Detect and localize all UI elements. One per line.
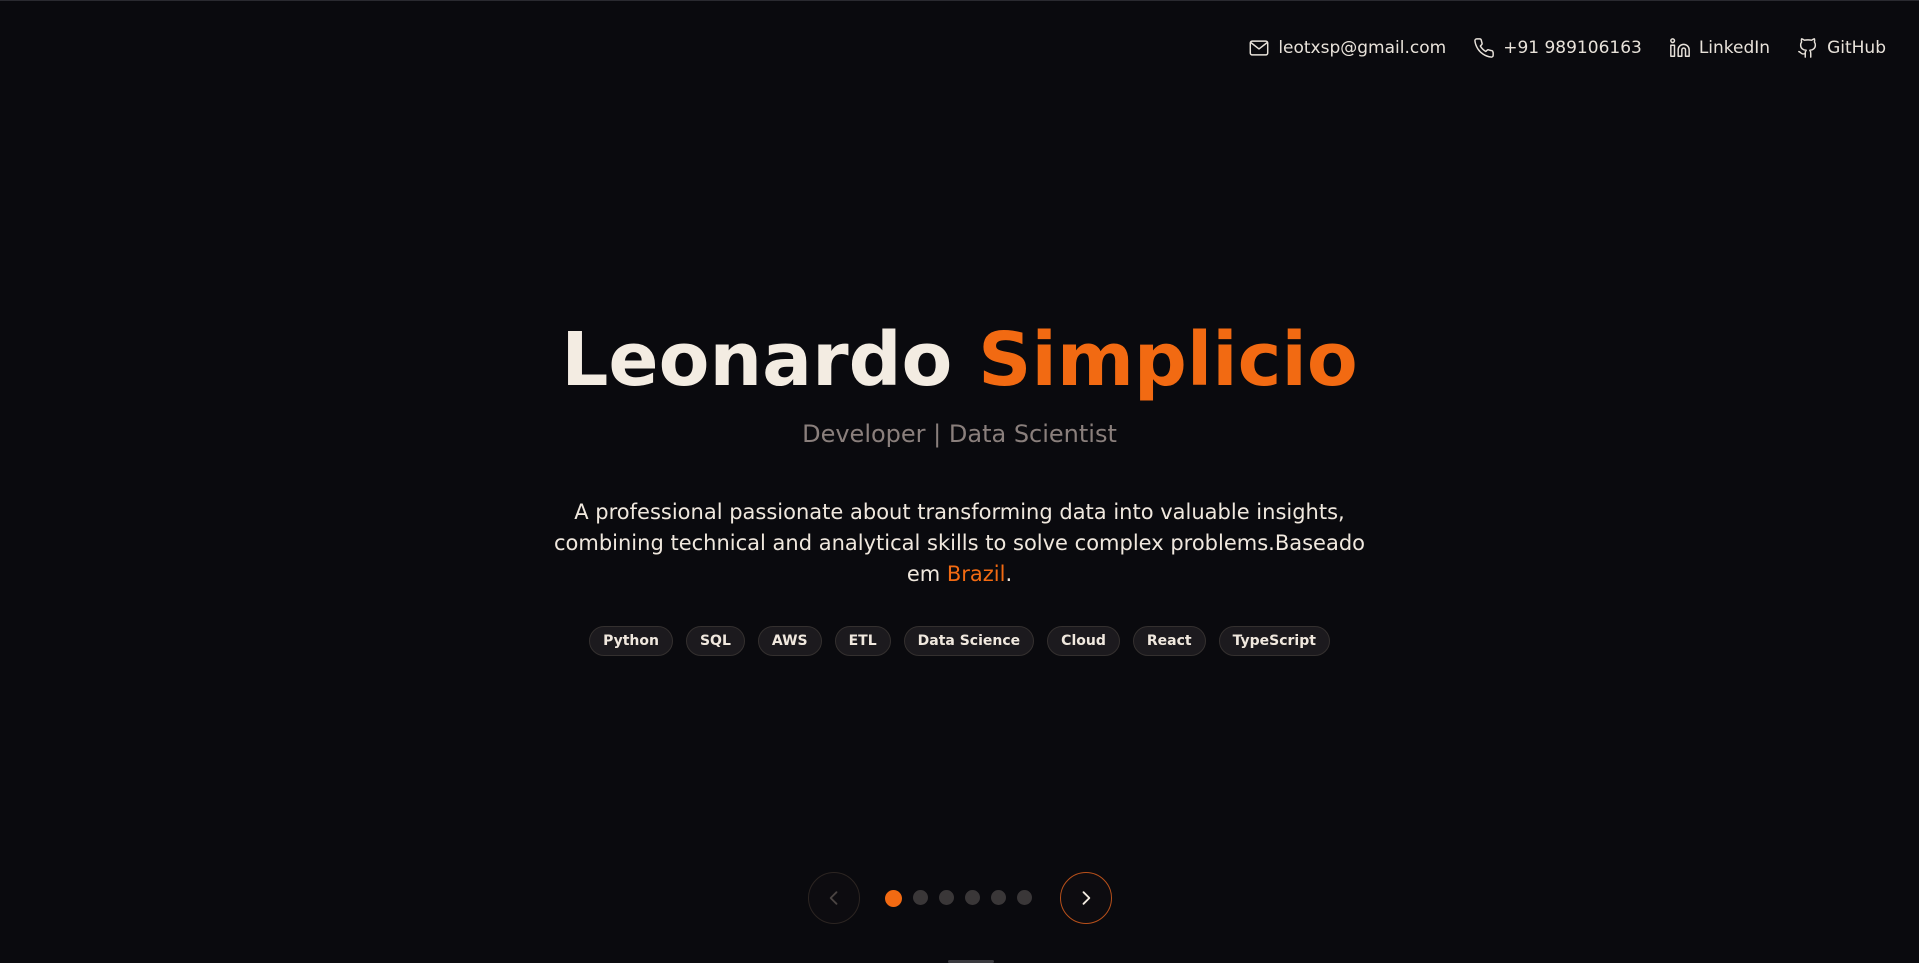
location-text: Brazil: [946, 562, 1006, 586]
skill-tags: Python SQL AWS ETL Data Science Cloud Re…: [0, 626, 1919, 656]
chevron-right-icon: [1082, 891, 1091, 905]
slide-dot-4[interactable]: [965, 889, 980, 905]
linkedin-icon: [1669, 38, 1690, 57]
skill-tag: Cloud: [1047, 626, 1120, 656]
hero-name: Leonardo Simplicio: [0, 313, 1919, 407]
email-link[interactable]: leotxsp@gmail.com: [1248, 37, 1446, 59]
phone-text: +91 989106163: [1503, 38, 1642, 58]
slide-dot-3[interactable]: [939, 889, 954, 905]
github-link[interactable]: GitHub: [1797, 37, 1886, 59]
skill-tag: AWS: [757, 626, 822, 656]
hero-description: A professional passionate about transfor…: [540, 497, 1380, 590]
slide-dot-6[interactable]: [1017, 889, 1032, 905]
contact-bar: leotxsp@gmail.com +91 989106163 LinkedIn…: [1248, 37, 1886, 59]
linkedin-link[interactable]: LinkedIn: [1669, 37, 1770, 59]
first-name: Leonardo: [561, 317, 953, 403]
hero-section: Leonardo Simplicio Developer | Data Scie…: [0, 313, 1919, 656]
slide-dot-5[interactable]: [991, 889, 1006, 905]
slide-dot-1[interactable]: [885, 889, 902, 907]
role-subtitle: Developer | Data Scientist: [802, 420, 1117, 448]
skill-tag: Python: [589, 626, 673, 656]
phone-icon: [1474, 38, 1495, 58]
linkedin-text: LinkedIn: [1698, 38, 1771, 58]
skill-tag: Data Science: [903, 626, 1035, 656]
phone-link[interactable]: +91 989106163: [1473, 37, 1642, 59]
github-icon: [1798, 38, 1817, 58]
carousel-controls: [808, 872, 1112, 924]
email-text: leotxsp@gmail.com: [1278, 38, 1447, 58]
slide-indicators: [885, 889, 1032, 907]
mail-icon: [1249, 40, 1269, 56]
chevron-left-icon: [829, 891, 838, 905]
skill-tag: SQL: [685, 626, 745, 656]
prev-slide-button[interactable]: [808, 872, 860, 924]
skill-tag: React: [1132, 626, 1206, 656]
skill-tag: TypeScript: [1218, 626, 1330, 656]
github-text: GitHub: [1827, 38, 1886, 58]
slide-dot-2[interactable]: [913, 889, 928, 905]
description-period: .: [1005, 562, 1013, 586]
skill-tag: ETL: [834, 626, 891, 656]
last-name: Simplicio: [978, 317, 1358, 403]
next-slide-button[interactable]: [1060, 872, 1112, 924]
page: leotxsp@gmail.com +91 989106163 LinkedIn…: [0, 0, 1919, 963]
